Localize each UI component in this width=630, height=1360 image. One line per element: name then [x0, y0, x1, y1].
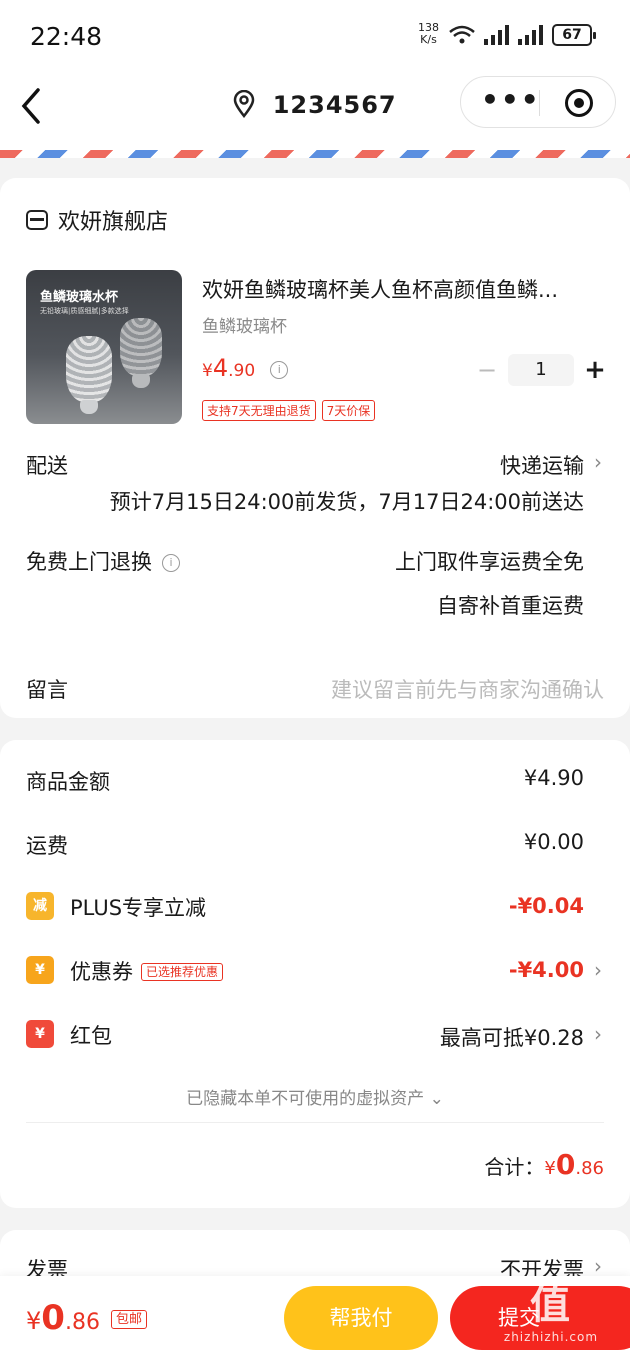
info-icon[interactable]: i: [270, 361, 289, 379]
free-return-text: 免费上门退换: [26, 550, 152, 574]
bottom-price-symbol: ¥: [26, 1307, 42, 1335]
increase-button[interactable]: +: [584, 355, 606, 385]
red-packet-value[interactable]: 最高可抵¥0.28: [440, 1022, 584, 1052]
glass-image: [120, 318, 162, 376]
delivery-label: 配送: [26, 454, 68, 478]
goods-amount-label: 商品金额: [26, 770, 110, 794]
submit-order-button[interactable]: 提交: [450, 1286, 630, 1350]
info-icon[interactable]: i: [162, 554, 180, 572]
network-speed-unit: K/s: [420, 33, 437, 46]
signal-icon: [484, 25, 509, 45]
bottom-price-dec: .86: [64, 1310, 100, 1335]
product-image-subcaption: 无铅玻璃|质感细腻|多款选择: [40, 307, 129, 315]
hidden-assets-text: 已隐藏本单不可使用的虚拟资产: [186, 1089, 425, 1109]
bottom-action-bar: ¥0.86 包邮 帮我付 提交: [0, 1276, 630, 1360]
delivery-method[interactable]: 快递运输: [500, 450, 584, 480]
service-tag: 7天价保: [321, 400, 376, 421]
hidden-assets-toggle[interactable]: 已隐藏本单不可使用的虚拟资产 ⌄: [0, 1084, 630, 1109]
price-summary-card: 商品金额 ¥4.90 运费 ¥0.00 减 PLUS专享立减 -¥0.04 ¥ …: [0, 740, 630, 1208]
price-int: 4: [212, 354, 229, 382]
free-return-line2: 自寄补首重运费: [437, 594, 584, 618]
location-pin-icon: [234, 89, 255, 119]
chevron-down-icon: ⌄: [429, 1089, 444, 1109]
signal-icon-2: [518, 25, 543, 45]
nav-bar: 1234567 •••: [0, 72, 630, 154]
free-return-label: 免费上门退换 i: [26, 546, 180, 576]
product-image-caption: 鱼鳞玻璃水杯: [40, 290, 119, 305]
shop-header[interactable]: 欢妍旗舰店: [26, 204, 168, 236]
shipping-value: ¥0.00: [523, 830, 584, 854]
battery-icon: 67: [552, 24, 596, 46]
status-time: 22:48: [30, 22, 103, 51]
goods-amount-value: ¥4.90: [523, 766, 584, 790]
shop-icon: [26, 210, 48, 230]
message-input[interactable]: 建议留言前先与商家沟通确认: [331, 674, 604, 704]
shipping-label: 运费: [26, 834, 68, 858]
close-mini-program-icon[interactable]: [565, 89, 593, 117]
coupon-icon: ¥: [26, 956, 54, 984]
chevron-right-icon[interactable]: ›: [594, 450, 602, 474]
delivery-estimate: 预计7月15日24:00前发货，7月17日24:00前送达: [109, 490, 584, 514]
red-packet-label: 红包: [70, 1024, 112, 1048]
message-label: 留言: [26, 678, 68, 702]
bottom-total: ¥0.86 包邮: [26, 1298, 148, 1338]
glass-stem: [132, 374, 150, 388]
total-row: 合计：¥0.86: [484, 1148, 604, 1181]
more-button[interactable]: •••: [481, 83, 541, 116]
bottom-price-int: 0: [41, 1298, 65, 1338]
status-icons: 67: [448, 24, 596, 46]
product-title[interactable]: 欢妍鱼鳞玻璃杯美人鱼杯高颜值鱼鳞...: [202, 274, 586, 304]
plus-discount-label: PLUS专享立减: [70, 896, 207, 920]
coupon-recommended-tag: 已选推荐优惠: [141, 963, 224, 981]
airmail-border: [0, 150, 630, 158]
capsule-divider: [539, 90, 540, 116]
plus-discount-icon: 减: [26, 892, 54, 920]
mini-program-capsule: •••: [460, 76, 616, 128]
coupon-label[interactable]: 优惠券 已选推荐优惠: [70, 956, 224, 986]
total-label: 合计：: [484, 1155, 545, 1179]
price-symbol: ¥: [202, 361, 213, 381]
coupon-label-text: 优惠券: [70, 960, 133, 984]
red-packet-icon: ¥: [26, 1020, 54, 1048]
decrease-button[interactable]: −: [476, 356, 498, 384]
plus-discount-value: -¥0.04: [508, 894, 584, 918]
order-item-card: 欢妍旗舰店 鱼鳞玻璃水杯 无铅玻璃|质感细腻|多款选择 欢妍鱼鳞玻璃杯美人鱼杯高…: [0, 178, 630, 718]
coupon-value[interactable]: -¥4.00: [509, 958, 584, 982]
service-tags: 支持7天无理由退货 7天价保: [202, 400, 376, 421]
product-thumbnail[interactable]: 鱼鳞玻璃水杯 无铅玻璃|质感细腻|多款选择: [26, 270, 182, 424]
help-me-pay-button[interactable]: 帮我付: [284, 1286, 438, 1350]
total-symbol: ¥: [544, 1158, 556, 1179]
free-return-line1: 上门取件享运费全免: [395, 550, 584, 574]
total-dec: .86: [575, 1158, 604, 1179]
total-int: 0: [555, 1148, 576, 1181]
quantity-input[interactable]: 1: [508, 354, 574, 386]
price-dec: .90: [228, 361, 256, 381]
glass-image: [66, 336, 112, 402]
product-price: ¥4.90 i: [202, 354, 289, 382]
service-tag: 支持7天无理由退货: [202, 400, 316, 421]
quantity-stepper: − 1 +: [476, 354, 606, 386]
chevron-right-icon[interactable]: ›: [594, 1254, 602, 1278]
chevron-right-icon[interactable]: ›: [594, 1022, 602, 1046]
status-bar: 22:48 138 K/s 67: [0, 0, 630, 72]
free-shipping-tag: 包邮: [111, 1310, 148, 1329]
network-speed: 138 K/s: [418, 22, 439, 46]
divider: [26, 1122, 604, 1123]
shop-name: 欢妍旗舰店: [58, 210, 169, 235]
chevron-right-icon[interactable]: ›: [594, 958, 602, 982]
address-code: 1234567: [272, 91, 397, 119]
glass-stem: [80, 400, 98, 414]
product-spec[interactable]: 鱼鳞玻璃杯: [202, 312, 287, 337]
wifi-icon: [449, 25, 475, 44]
